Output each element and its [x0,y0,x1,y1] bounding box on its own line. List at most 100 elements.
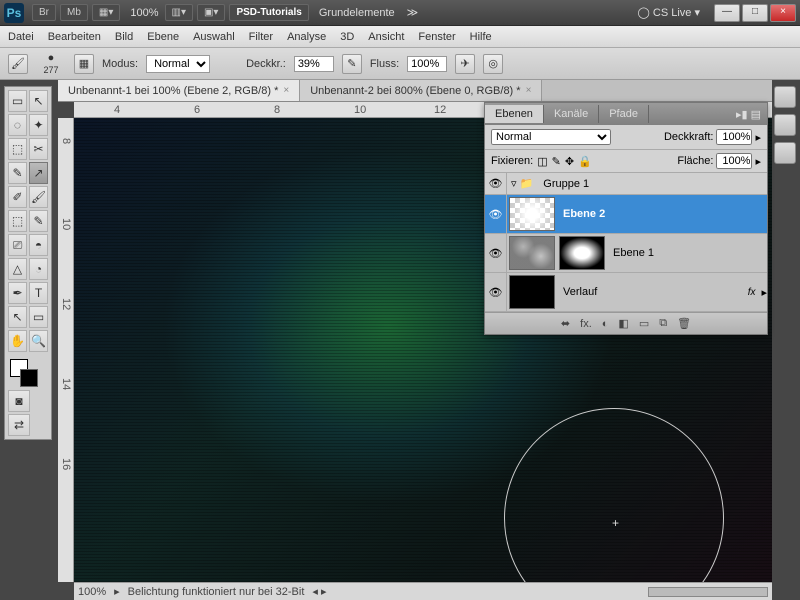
tab-pfade[interactable]: Pfade [599,105,649,123]
bridge-button[interactable]: Br [32,4,56,21]
fx-badge[interactable]: fx [748,287,756,298]
color-icon[interactable] [774,114,796,136]
layer-blend-select[interactable]: Normal [491,129,611,145]
brush-panel-icon[interactable]: ▦ [74,54,94,74]
layer-thumb[interactable] [509,197,555,231]
menu-ansicht[interactable]: Ansicht [368,31,404,43]
close-button[interactable]: × [770,4,796,22]
layer-mask-thumb[interactable] [559,236,605,270]
tool-crop[interactable]: ⬚ [8,138,27,160]
visibility-icon[interactable]: 👁 [485,273,507,311]
arrange-button[interactable]: ▥▾ [165,4,193,21]
tablet-pressure-icon[interactable]: ◎ [483,54,503,74]
doc-tab-2[interactable]: Unbenannt-2 bei 800% (Ebene 0, RGB/8) *× [300,80,542,101]
menu-fenster[interactable]: Fenster [418,31,455,43]
lock-paint-icon[interactable]: ✎ [552,155,561,168]
menu-auswahl[interactable]: Auswahl [193,31,235,43]
menu-3d[interactable]: 3D [340,31,354,43]
doc-name[interactable]: Grundelemente [319,7,395,19]
scrollbar-h[interactable] [648,587,768,597]
screenmode-button[interactable]: ▣▾ [197,4,225,21]
menu-hilfe[interactable]: Hilfe [470,31,492,43]
menu-filter[interactable]: Filter [249,31,273,43]
trash-icon[interactable]: 🗑 [677,317,691,330]
tool-quickmask[interactable]: ◙ [8,390,30,412]
opacity-input[interactable] [294,56,334,72]
tool-gradient[interactable]: ✎ [29,210,48,232]
lock-all-icon[interactable]: 🔒 [578,155,592,168]
tool-pen[interactable]: △ [8,258,27,280]
tool-heal[interactable]: ✎ [8,162,27,184]
doc-tab-1[interactable]: Unbenannt-1 bei 100% (Ebene 2, RGB/8) *× [58,80,300,101]
blend-mode-select[interactable]: Normal [146,55,210,73]
tool-shape[interactable]: T [29,282,48,304]
tool-move[interactable]: ↖ [29,90,48,112]
more-icon[interactable]: ≫ [407,6,419,19]
menu-bearbeiten[interactable]: Bearbeiten [48,31,101,43]
tool-eraser[interactable]: ⬚ [8,210,27,232]
menu-analyse[interactable]: Analyse [287,31,326,43]
layer-group[interactable]: 👁 ▿ 📁 Gruppe 1 [485,173,767,195]
layer-thumb[interactable] [509,275,555,309]
tool-blur[interactable]: ⎚ [8,234,27,256]
fill-input[interactable] [716,153,752,169]
fx-icon[interactable]: fx. [580,318,592,330]
maximize-button[interactable]: □ [742,4,768,22]
tool-dodge[interactable]: ◓ [29,234,48,256]
zoom-level[interactable]: 100% [130,7,158,19]
visibility-icon[interactable]: 👁 [485,173,507,194]
adjust-icon[interactable] [774,142,796,164]
lock-transparent-icon[interactable]: ◫ [537,155,547,168]
color-swatches[interactable] [7,357,49,389]
visibility-icon[interactable]: 👁 [485,195,507,233]
viewmode-button[interactable]: ▦▾ [92,4,120,21]
cslive-button[interactable]: ◯ CS Live ▾ [638,6,700,19]
visibility-icon[interactable]: 👁 [485,234,507,272]
link-icon[interactable]: ⬌ [561,317,570,330]
tool-path[interactable]: ✒ [8,282,27,304]
menu-ebene[interactable]: Ebene [147,31,179,43]
tool-history[interactable]: 🖌 [29,186,48,208]
layer-row-verlauf[interactable]: 👁 Verlauf fx▸ [485,273,767,312]
tool-wand[interactable]: ✦ [29,114,48,136]
opacity-pressure-icon[interactable]: ✎ [342,54,362,74]
minibridge-button[interactable]: Mb [60,4,88,21]
tool-brush[interactable]: ↗ [29,162,48,184]
swatches-icon[interactable] [774,86,796,108]
background-color[interactable] [20,369,38,387]
panel-menu-icon[interactable]: ▸▮ ▤ [730,108,767,121]
mask-icon[interactable]: ◐ [602,318,609,330]
tool-stamp[interactable]: ✐ [8,186,27,208]
workspace-button[interactable]: PSD-Tutorials [229,4,308,21]
close-icon[interactable]: × [526,85,532,96]
lock-move-icon[interactable]: ✥ [565,155,574,168]
brush-tool-icon[interactable]: 🖌 [8,54,28,74]
tool-screenmode[interactable]: ⇄ [8,414,30,436]
airbrush-icon[interactable]: ✈ [455,54,475,74]
tab-ebenen[interactable]: Ebenen [485,105,544,123]
ruler-vertical[interactable]: 810121416 [58,118,74,582]
tool-3d[interactable]: ↖ [8,306,27,328]
group-icon[interactable]: ▭ [639,317,649,330]
brush-preset[interactable]: ●277 [36,52,66,76]
adjustment-icon[interactable]: ◧ [618,317,628,330]
tool-zoom[interactable]: 🔍 [29,330,48,352]
tab-kanaele[interactable]: Kanäle [544,105,599,123]
tool-3dcam[interactable]: ▭ [29,306,48,328]
tool-lasso[interactable]: ◌ [8,114,27,136]
layer-opacity-input[interactable] [716,129,752,145]
layer-row-ebene1[interactable]: 👁 Ebene 1 [485,234,767,273]
layer-row-ebene2[interactable]: 👁 Ebene 2 [485,195,767,234]
tool-marquee[interactable]: ▭ [8,90,27,112]
close-icon[interactable]: × [283,85,289,96]
flow-input[interactable] [407,56,447,72]
menu-datei[interactable]: Datei [8,31,34,43]
status-zoom[interactable]: 100% [78,586,106,598]
minimize-button[interactable]: — [714,4,740,22]
menu-bild[interactable]: Bild [115,31,133,43]
new-layer-icon[interactable]: ⧉ [659,317,667,330]
tool-hand[interactable]: ✋ [8,330,27,352]
tool-type[interactable]: ◔ [29,258,48,280]
tool-eyedrop[interactable]: ✂ [29,138,48,160]
layer-thumb[interactable] [509,236,555,270]
